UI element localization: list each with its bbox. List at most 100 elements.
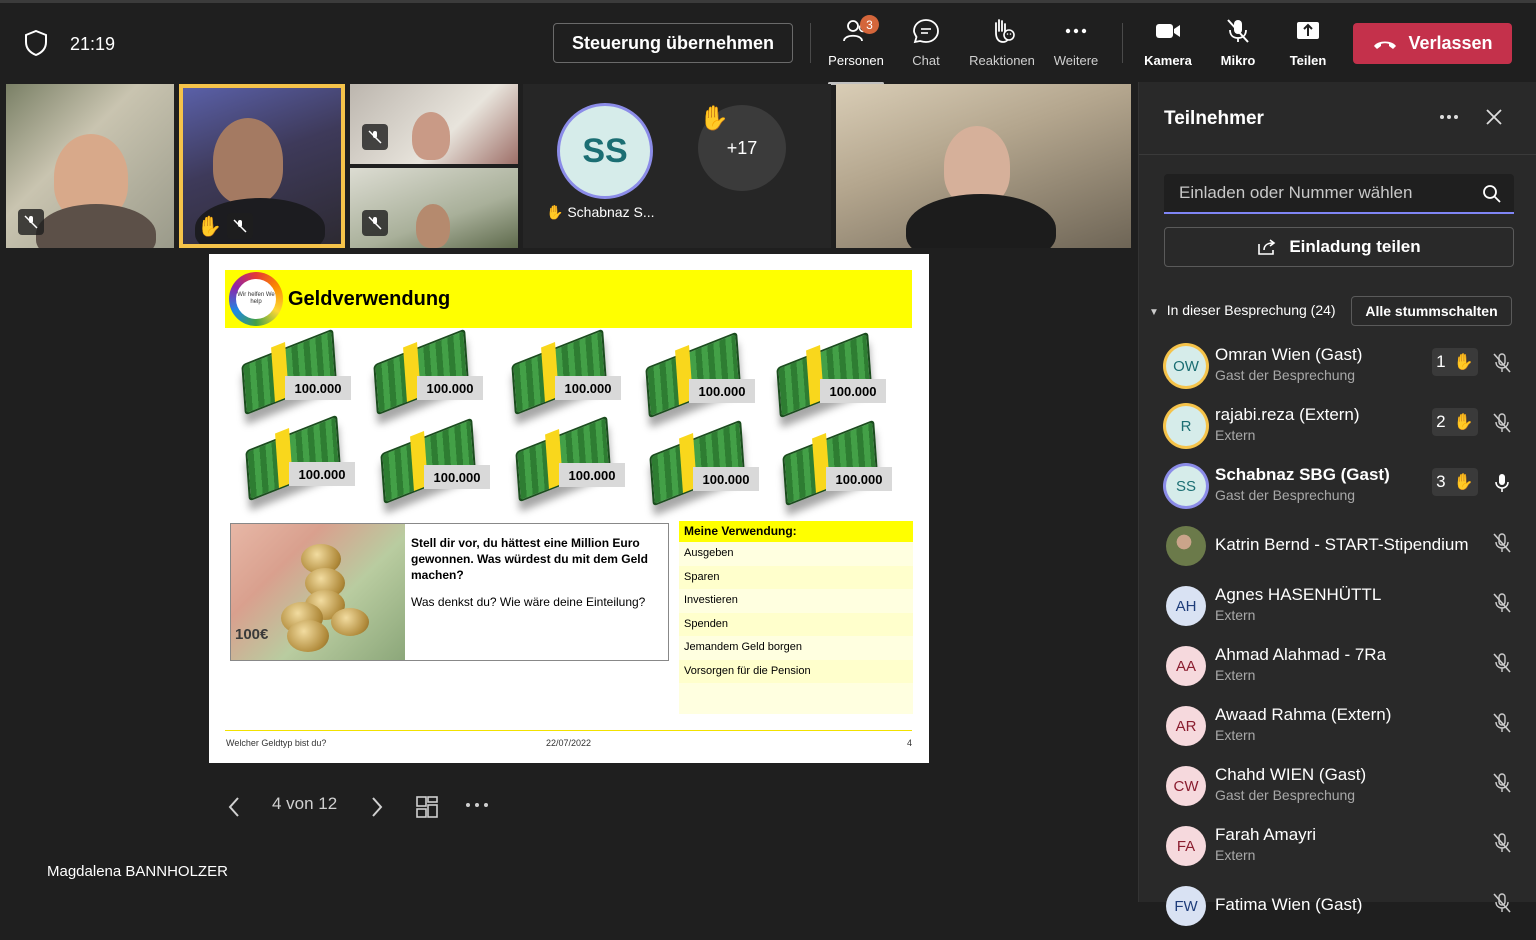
section-label: In dieser Besprechung (24) <box>1166 302 1336 318</box>
share-invite-button[interactable]: Einladung teilen <box>1164 227 1514 267</box>
mic-off-icon[interactable] <box>1491 592 1513 614</box>
participant-row[interactable]: SS Schabnaz SBG (Gast) Gast der Besprechun… <box>1139 460 1536 520</box>
people-button[interactable]: 3 Personen <box>818 15 894 85</box>
money-stack: 100.000 <box>641 331 761 419</box>
money-stack: 100.000 <box>376 417 496 505</box>
participant-row[interactable]: CW Chahd WIEN (Gast) Gast der Besprechung <box>1139 760 1536 820</box>
leave-button[interactable]: Verlassen <box>1353 23 1512 64</box>
mic-off-icon <box>362 124 388 150</box>
presenter-name: Magdalena BANNHOLZER <box>47 863 228 880</box>
next-slide-button[interactable] <box>369 796 385 818</box>
slide-footer-title: Welcher Geldtyp bist du? <box>226 738 327 748</box>
mic-off-icon[interactable] <box>1491 712 1513 734</box>
raised-hand-icon: ✋ <box>546 204 564 220</box>
mic-button[interactable]: Mikro <box>1200 17 1276 77</box>
toolbar-divider <box>1122 23 1123 63</box>
banknote-label: 100€ <box>235 626 269 643</box>
panel-more-options-icon[interactable] <box>1439 114 1459 120</box>
mic-off-icon[interactable] <box>1491 532 1513 554</box>
mic-off-icon[interactable] <box>1491 772 1513 794</box>
close-icon[interactable] <box>1483 106 1505 128</box>
video-tile-participant[interactable] <box>350 168 518 248</box>
camera-button[interactable]: Kamera <box>1130 17 1206 77</box>
avatar: SS <box>557 103 653 199</box>
video-tile-participant[interactable] <box>350 84 518 164</box>
participant-row[interactable]: Rrajabi.reza (Extern) Extern 2 ✋ <box>1139 400 1536 460</box>
participant-role: Extern <box>1215 427 1256 443</box>
chat-icon <box>913 19 939 44</box>
camera-label: Kamera <box>1144 53 1192 68</box>
avatar: AR <box>1166 706 1206 746</box>
panel-title: Teilnehmer <box>1164 108 1264 129</box>
video-tile-participant[interactable] <box>6 84 174 248</box>
mic-on-icon[interactable] <box>1491 472 1513 494</box>
meeting-timer: 21:19 <box>70 34 116 54</box>
mic-off-icon[interactable] <box>1491 352 1513 374</box>
slide-more-options-button[interactable] <box>464 798 490 812</box>
money-stack: 100.000 <box>241 414 361 502</box>
more-button[interactable]: Weitere <box>1038 17 1114 77</box>
share-label: Teilen <box>1289 53 1327 68</box>
video-tile-participant[interactable] <box>836 84 1131 248</box>
hand-order-number: 2 <box>1436 412 1446 431</box>
slide-question-box: 100€ Stell dir vor, du hättest eine Mill… <box>230 523 669 661</box>
avatar: AA <box>1166 646 1206 686</box>
previous-slide-button[interactable] <box>226 796 242 818</box>
participant-name: Ahmad Alahmad - 7Ra <box>1215 645 1387 664</box>
slide-title: Geldverwendung <box>288 288 451 310</box>
slide-grid-view-button[interactable] <box>414 794 440 820</box>
usage-list-item: Vorsorgen für die Pension <box>679 659 913 683</box>
usage-list-item: Investieren <box>684 594 738 606</box>
slide-prompt: Was denkst du? Wie wäre deine Einteilung… <box>411 595 646 609</box>
participant-name: Fatima Wien (Gast) <box>1215 895 1363 914</box>
participant-video-person <box>412 112 450 160</box>
participant-row[interactable]: FW Fatima Wien (Gast) <box>1139 880 1536 940</box>
participant-name: Awaad Rahma (Extern) <box>1215 705 1392 724</box>
raised-hand-order-badge: 1 ✋ <box>1432 348 1478 376</box>
camera-icon <box>1156 24 1180 38</box>
participant-row[interactable]: FA Farah Amayri Extern <box>1139 820 1536 880</box>
chat-button[interactable]: Chat <box>888 17 964 77</box>
participant-row[interactable]: AR Awaad Rahma (Extern) Extern <box>1139 700 1536 760</box>
mic-off-icon[interactable] <box>1491 832 1513 854</box>
participant-row[interactable]: OW Omran Wien (Gast) Gast der Besprechung 1… <box>1139 340 1536 400</box>
video-tile-active-speaker[interactable]: ✋ <box>179 84 345 248</box>
slide-header: Wir helfen We help Geldverwendung <box>225 270 912 328</box>
invite-search-input[interactable]: Einladen oder Nummer wählen <box>1164 174 1514 214</box>
mic-off-icon[interactable] <box>1491 652 1513 674</box>
participant-row[interactable]: AA Ahmad Alahmad - 7Ra Extern <box>1139 640 1536 700</box>
hand-order-number: 1 <box>1436 352 1446 371</box>
take-control-button[interactable]: Steuerung übernehmen <box>553 23 793 63</box>
mic-off-icon[interactable] <box>1491 892 1513 914</box>
video-tile-name: ✋ Schabnaz S... <box>546 204 655 221</box>
search-icon <box>1483 185 1501 203</box>
participant-row[interactable]: Katrin Bernd - START-Stipendium <box>1139 520 1536 580</box>
raised-hand-icon: ✋ <box>1453 354 1474 371</box>
raise-hand-reactions-icon <box>995 19 1015 43</box>
mic-off-icon <box>362 210 388 236</box>
participant-role: Extern <box>1215 607 1256 623</box>
money-amount: 100.000 <box>826 467 892 491</box>
slide-footer-page: 4 <box>907 738 913 748</box>
usage-list-item: Ausgeben <box>684 547 734 559</box>
mic-off-icon <box>227 213 253 239</box>
reactions-button[interactable]: Reaktionen <box>963 17 1041 77</box>
share-button[interactable]: Teilen <box>1270 17 1346 77</box>
money-amount: 100.000 <box>559 463 625 487</box>
money-stack: 100.000 <box>772 331 892 419</box>
participant-role: Extern <box>1215 727 1256 743</box>
people-count-badge: 3 <box>860 15 879 34</box>
avatar: CW <box>1166 766 1206 806</box>
money-amount: 100.000 <box>289 462 355 486</box>
raised-hand-icon: ✋ <box>1453 414 1474 431</box>
mic-off-icon[interactable] <box>1491 412 1513 434</box>
share-screen-icon <box>1297 22 1319 39</box>
meeting-toolbar: 21:19 Steuerung übernehmen 3 Personen Ch… <box>0 0 1536 85</box>
chevron-down-icon: ▼ <box>1149 307 1159 318</box>
mute-all-button[interactable]: Alle stummschalten <box>1351 296 1512 326</box>
participant-video-body <box>36 204 156 248</box>
participant-row[interactable]: AH Agnes HASENHÜTTL Extern <box>1139 580 1536 640</box>
search-placeholder: Einladen oder Nummer wählen <box>1179 183 1413 202</box>
meeting-section-toggle[interactable]: ▼ In dieser Besprechung (24) <box>1149 302 1336 318</box>
more-dots-icon <box>1065 28 1087 34</box>
